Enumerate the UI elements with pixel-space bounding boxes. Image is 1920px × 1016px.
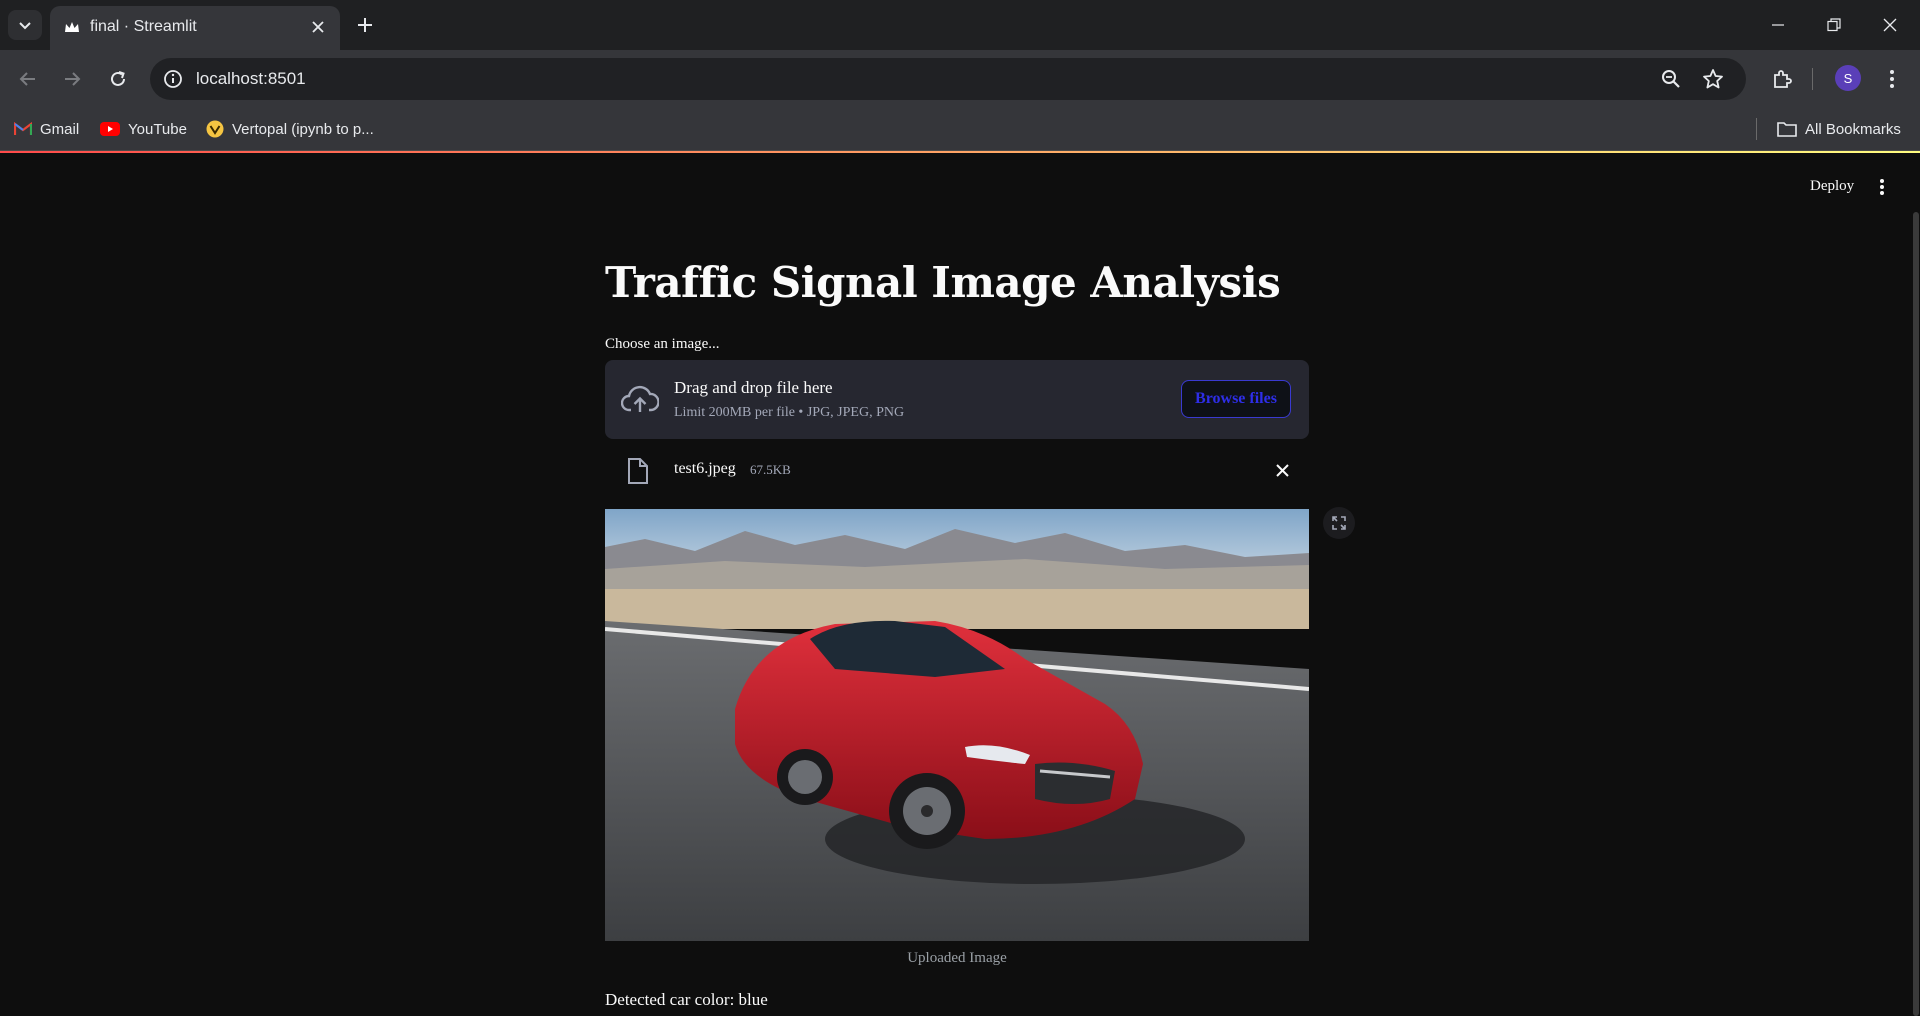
restore-icon: [1827, 18, 1841, 32]
streamlit-crown-icon: [65, 22, 79, 32]
tab-search-button[interactable]: [8, 10, 42, 40]
detection-result: Detected car color: blue: [605, 990, 768, 1009]
info-icon[interactable]: [162, 68, 184, 90]
zoom-icon[interactable]: [1660, 68, 1682, 90]
address-bar[interactable]: localhost:8501: [150, 58, 1746, 100]
minimize-button[interactable]: [1758, 10, 1798, 40]
back-button[interactable]: [12, 63, 44, 95]
fullscreen-button[interactable]: [1323, 507, 1355, 539]
dropzone-limit: Limit 200MB per file • JPG, JPEG, PNG: [674, 405, 905, 420]
chevron-down-icon: [19, 22, 31, 30]
bookmark-label: Gmail: [40, 120, 80, 138]
youtube-icon: [100, 122, 120, 136]
tab-strip: final · Streamlit: [0, 0, 1920, 50]
all-bookmarks-label: All Bookmarks: [1805, 120, 1901, 138]
puzzle-icon: [1774, 70, 1792, 88]
toolbar-divider: [1812, 68, 1813, 90]
browser-menu-button[interactable]: [1876, 63, 1908, 95]
url-text[interactable]: localhost:8501: [196, 69, 306, 89]
more-vertical-icon: [1890, 70, 1894, 88]
page-scrollbar[interactable]: [1913, 212, 1919, 1016]
more-vertical-icon: [1880, 179, 1884, 195]
extensions-button[interactable]: [1766, 63, 1798, 95]
car-photo: [605, 509, 1309, 941]
folder-icon: [1777, 122, 1797, 137]
cloud-upload-icon: [621, 385, 659, 412]
gmail-icon: [14, 122, 32, 135]
bookmark-vertopal[interactable]: Vertopal (ipynb to p...: [206, 118, 374, 140]
browse-files-button[interactable]: Browse files: [1181, 380, 1291, 418]
bookmark-label: Vertopal (ipynb to p...: [232, 120, 374, 138]
reload-button[interactable]: [102, 63, 134, 95]
bookmarks-bar: Gmail YouTube Vertopal (ipynb to p... Al…: [0, 108, 1920, 151]
bookmark-label: YouTube: [128, 120, 187, 138]
close-window-button[interactable]: [1870, 10, 1910, 40]
deploy-button[interactable]: Deploy: [1810, 178, 1854, 195]
bookmarks-divider: [1756, 118, 1757, 140]
image-caption: Uploaded Image: [907, 950, 1007, 966]
minimize-icon: [1772, 24, 1784, 26]
new-tab-button[interactable]: [352, 12, 378, 38]
remove-file-button[interactable]: [1272, 460, 1292, 480]
forward-button[interactable]: [56, 63, 88, 95]
uploaded-file-name: test6.jpeg: [674, 460, 736, 477]
close-icon: [1883, 18, 1897, 32]
all-bookmarks-button[interactable]: All Bookmarks: [1777, 118, 1901, 140]
browser-tab[interactable]: final · Streamlit: [50, 6, 340, 50]
dropzone-title: Drag and drop file here: [674, 378, 833, 397]
arrow-left-icon: [19, 72, 35, 86]
close-icon: [1275, 463, 1289, 477]
reload-icon: [111, 71, 125, 86]
star-icon[interactable]: [1702, 68, 1724, 90]
page-title: Traffic Signal Image Analysis: [605, 258, 1281, 307]
file-icon: [628, 458, 648, 484]
vertopal-icon: [206, 120, 224, 138]
profile-avatar[interactable]: S: [1835, 65, 1861, 91]
uploader-label: Choose an image...: [605, 336, 720, 352]
uploaded-image: [605, 509, 1309, 941]
tab-title: final · Streamlit: [90, 18, 197, 35]
arrow-right-icon: [65, 72, 81, 86]
app-menu-button[interactable]: [1872, 176, 1892, 198]
browser-toolbar: localhost:8501 S: [0, 50, 1920, 108]
streamlit-decoration-bar: [0, 151, 1920, 153]
tab-close-button[interactable]: [308, 17, 328, 37]
restore-button[interactable]: [1814, 10, 1854, 40]
plus-icon: [358, 18, 372, 32]
file-dropzone[interactable]: Drag and drop file here Limit 200MB per …: [605, 360, 1309, 439]
bookmark-youtube[interactable]: YouTube: [100, 118, 187, 140]
expand-icon: [1332, 516, 1346, 530]
uploaded-file-size: 67.5KB: [750, 462, 791, 477]
close-icon: [312, 21, 324, 33]
bookmark-gmail[interactable]: Gmail: [14, 118, 79, 140]
